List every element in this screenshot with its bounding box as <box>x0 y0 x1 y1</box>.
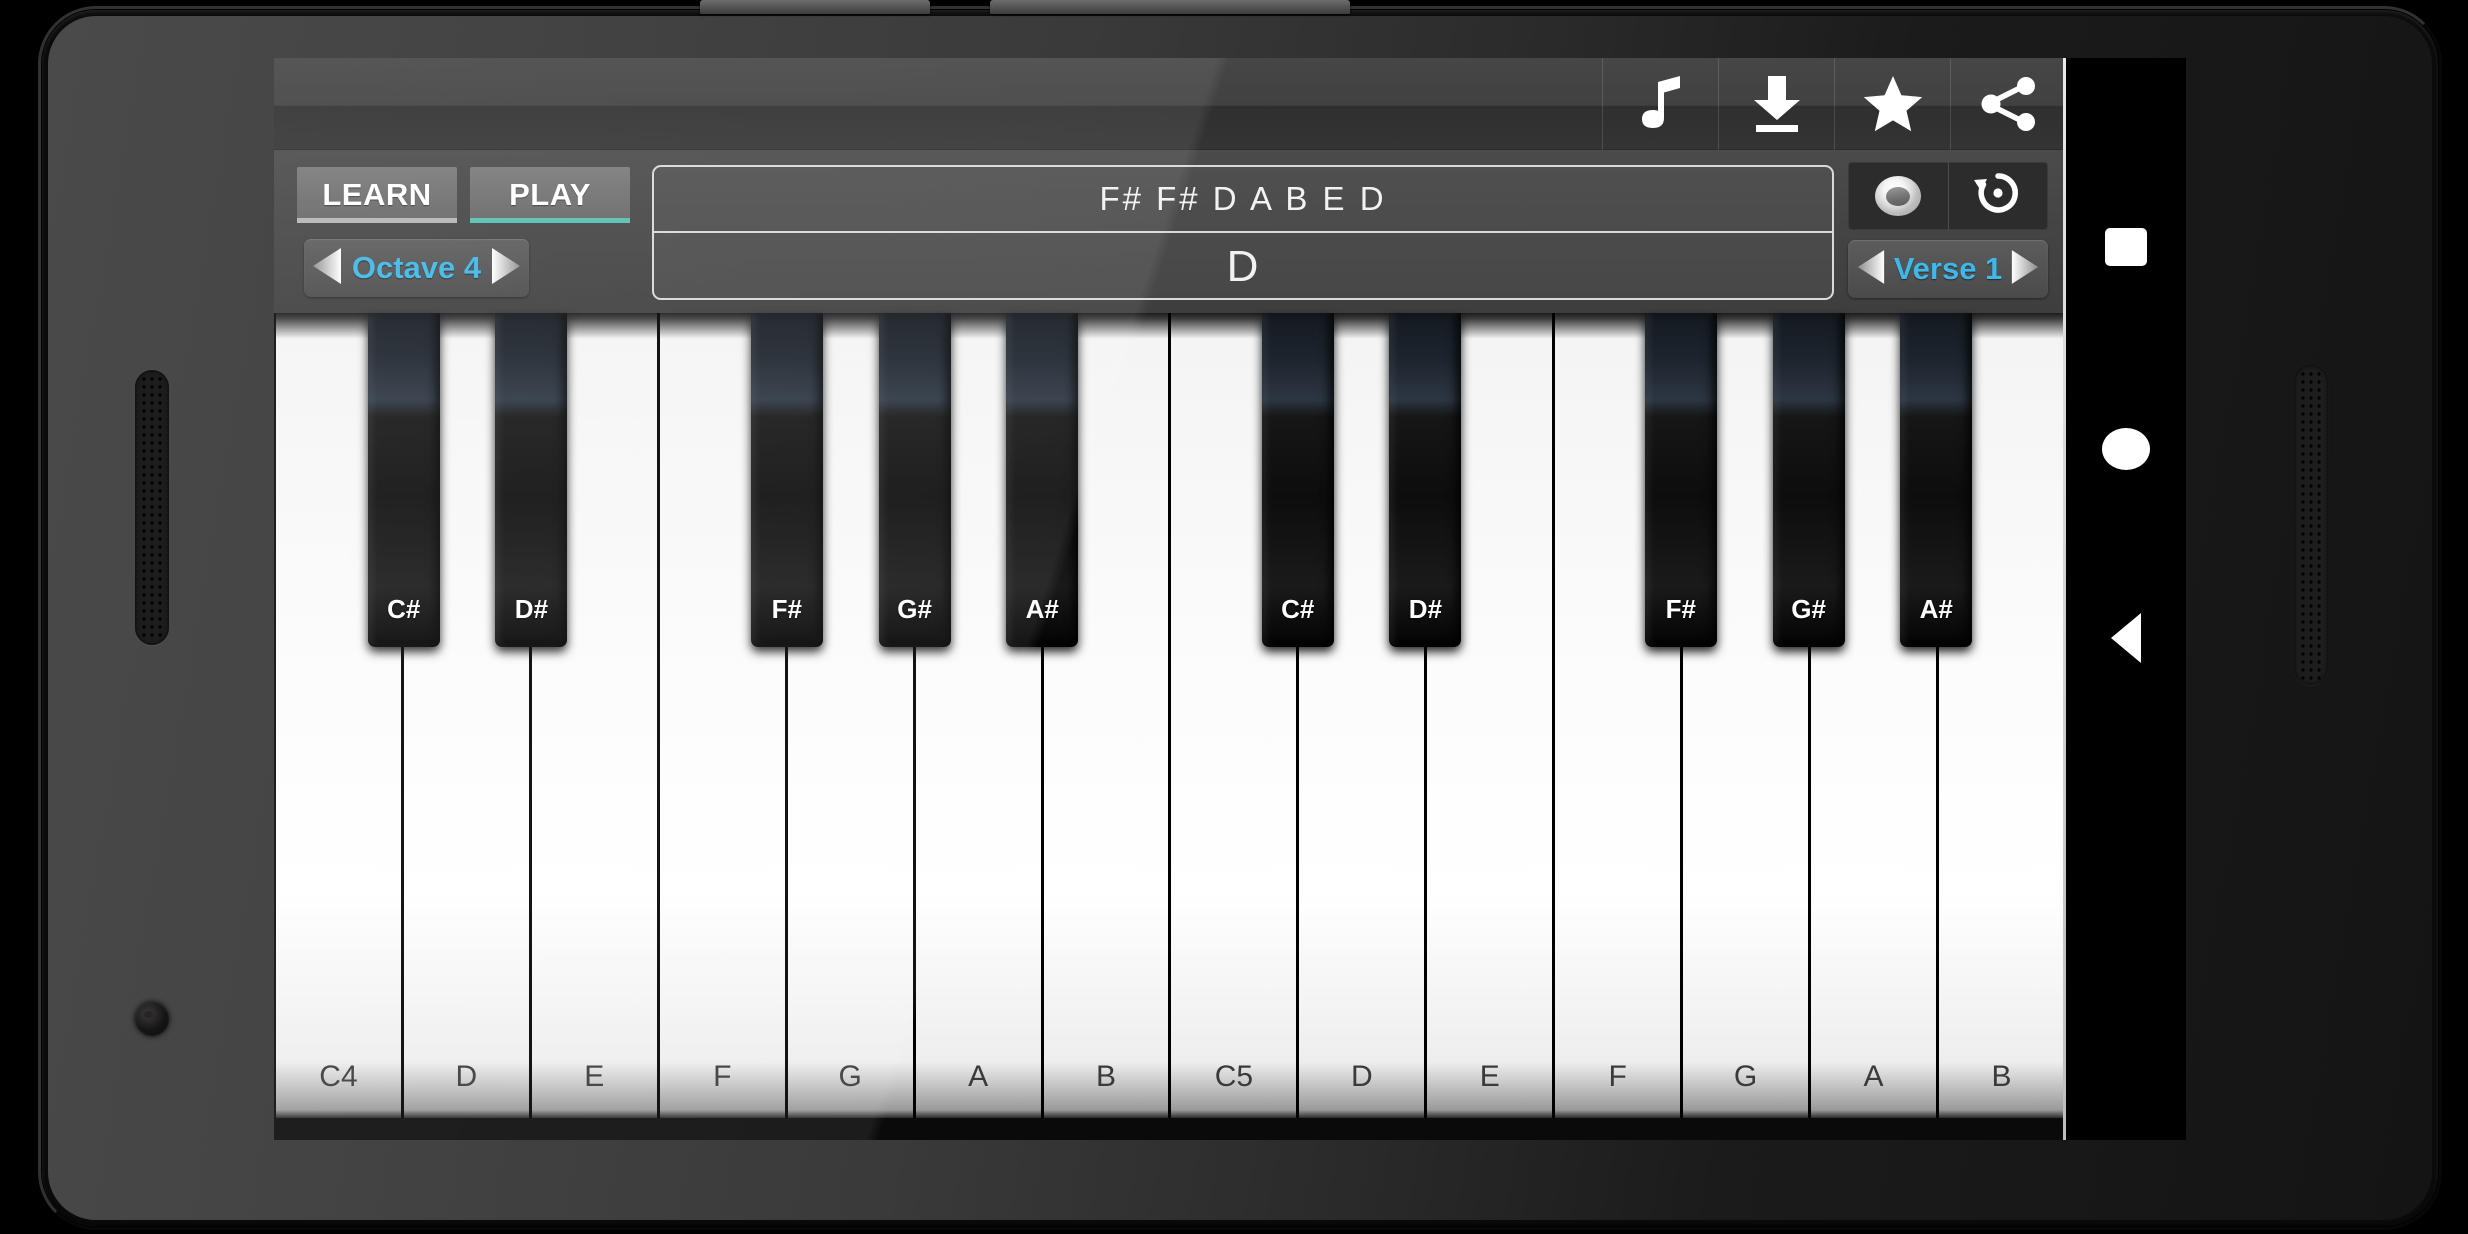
chevron-right-icon <box>2010 248 2040 291</box>
white-key-label: F <box>1608 1060 1627 1093</box>
octave-selector[interactable]: Octave 4 <box>304 239 529 297</box>
black-key[interactable]: D# <box>1389 313 1462 647</box>
black-key[interactable]: C# <box>1261 313 1334 647</box>
tab-learn-label: LEARN <box>322 177 432 212</box>
tab-play-label: PLAY <box>509 177 591 212</box>
black-key-label: F# <box>771 594 803 624</box>
white-key-label: C5 <box>1214 1060 1254 1093</box>
chevron-left-icon <box>1856 248 1886 291</box>
piano-keyboard: C4 D E F G A B C5 D E F G A B C# D# F# G# A# C# D# F# G# A# <box>274 313 2066 1140</box>
white-key-label: D <box>455 1060 478 1093</box>
grille-dots <box>2299 370 2323 680</box>
note-display-panel[interactable]: F# F# D A B E D D <box>652 165 1834 300</box>
white-key-label: C4 <box>319 1060 358 1093</box>
download-button[interactable] <box>1718 58 1834 150</box>
action-bar <box>274 58 2066 150</box>
verse-next-button[interactable] <box>2002 240 2048 298</box>
tab-learn[interactable]: LEARN <box>297 167 457 223</box>
phone-screen: LEARN PLAY Octave 4 F# F# D A B E D D Ve… <box>274 58 2066 1140</box>
controls-bar: LEARN PLAY Octave 4 F# F# D A B E D D Ve… <box>274 150 2066 313</box>
black-key[interactable]: F# <box>1644 313 1717 647</box>
verse-prev-button[interactable] <box>1848 240 1894 298</box>
black-key[interactable]: A# <box>1006 313 1079 647</box>
black-key-label: C# <box>1281 594 1315 624</box>
white-key-label: B <box>1991 1060 2012 1093</box>
download-icon <box>1748 74 1806 134</box>
black-key[interactable]: F# <box>750 313 823 647</box>
black-key-label: F# <box>1665 594 1697 624</box>
black-key[interactable]: C# <box>367 313 440 647</box>
white-key-label: D <box>1351 1060 1373 1093</box>
star-icon <box>1863 75 1923 133</box>
black-key-label: D# <box>514 594 549 624</box>
octave-value: Octave 4 <box>351 250 482 285</box>
right-speaker-grille <box>2294 365 2328 685</box>
black-key[interactable]: D# <box>495 313 568 647</box>
front-camera <box>135 1002 169 1036</box>
verse-value: Verse 1 <box>1893 251 2003 286</box>
songs-button[interactable] <box>1602 58 1718 150</box>
share-button[interactable] <box>1950 58 2066 150</box>
black-key-label: C# <box>387 594 421 624</box>
black-key-label: G# <box>897 594 932 624</box>
note-sequence-text: F# F# D A B E D <box>654 167 1832 233</box>
tab-play[interactable]: PLAY <box>470 167 630 223</box>
nav-home-button[interactable] <box>2102 428 2150 470</box>
octave-next-button[interactable] <box>483 239 529 297</box>
current-note-text: D <box>1226 241 1260 291</box>
volume-button[interactable] <box>700 0 930 14</box>
nav-recents-button[interactable] <box>2105 228 2147 266</box>
tab-play-underline <box>470 218 630 223</box>
power-button[interactable] <box>990 0 1350 14</box>
grille-dots <box>140 375 164 640</box>
record-replay-group <box>1848 162 2048 230</box>
favorite-button[interactable] <box>1834 58 1950 150</box>
black-key-label: D# <box>1408 594 1443 624</box>
white-key-label: B <box>1095 1060 1116 1093</box>
replay-button[interactable] <box>1947 162 2049 230</box>
music-note-icon <box>1638 76 1684 132</box>
octave-prev-button[interactable] <box>304 239 350 297</box>
white-key-label: A <box>1863 1060 1884 1093</box>
android-navigation-bar <box>2066 58 2186 1140</box>
action-bar-icon-group <box>1602 58 2066 150</box>
tab-learn-underline <box>297 218 457 223</box>
nav-back-button[interactable] <box>2111 613 2141 663</box>
white-key-label: A <box>968 1060 989 1093</box>
black-key[interactable]: A# <box>1900 313 1973 647</box>
mode-tabs: LEARN PLAY <box>297 167 630 223</box>
record-circle-icon <box>1874 176 1921 216</box>
black-key[interactable]: G# <box>1772 313 1845 647</box>
left-speaker-grille <box>135 370 169 645</box>
black-key-label: A# <box>1919 594 1953 624</box>
chevron-right-icon <box>490 247 522 290</box>
black-key[interactable]: G# <box>878 313 951 647</box>
chevron-left-icon <box>311 247 343 290</box>
white-key-label: E <box>1479 1060 1500 1093</box>
white-key-label: G <box>838 1060 862 1093</box>
record-button[interactable] <box>1848 162 1948 230</box>
white-key-label: E <box>584 1060 605 1093</box>
white-key-label: G <box>1733 1060 1758 1093</box>
verse-selector[interactable]: Verse 1 <box>1848 240 2048 298</box>
black-key-label: G# <box>1791 594 1826 624</box>
white-key-label: F <box>713 1060 732 1093</box>
replay-rotate-left-icon <box>1971 169 2025 224</box>
share-icon <box>1980 76 2038 132</box>
black-key-label: A# <box>1025 594 1059 624</box>
